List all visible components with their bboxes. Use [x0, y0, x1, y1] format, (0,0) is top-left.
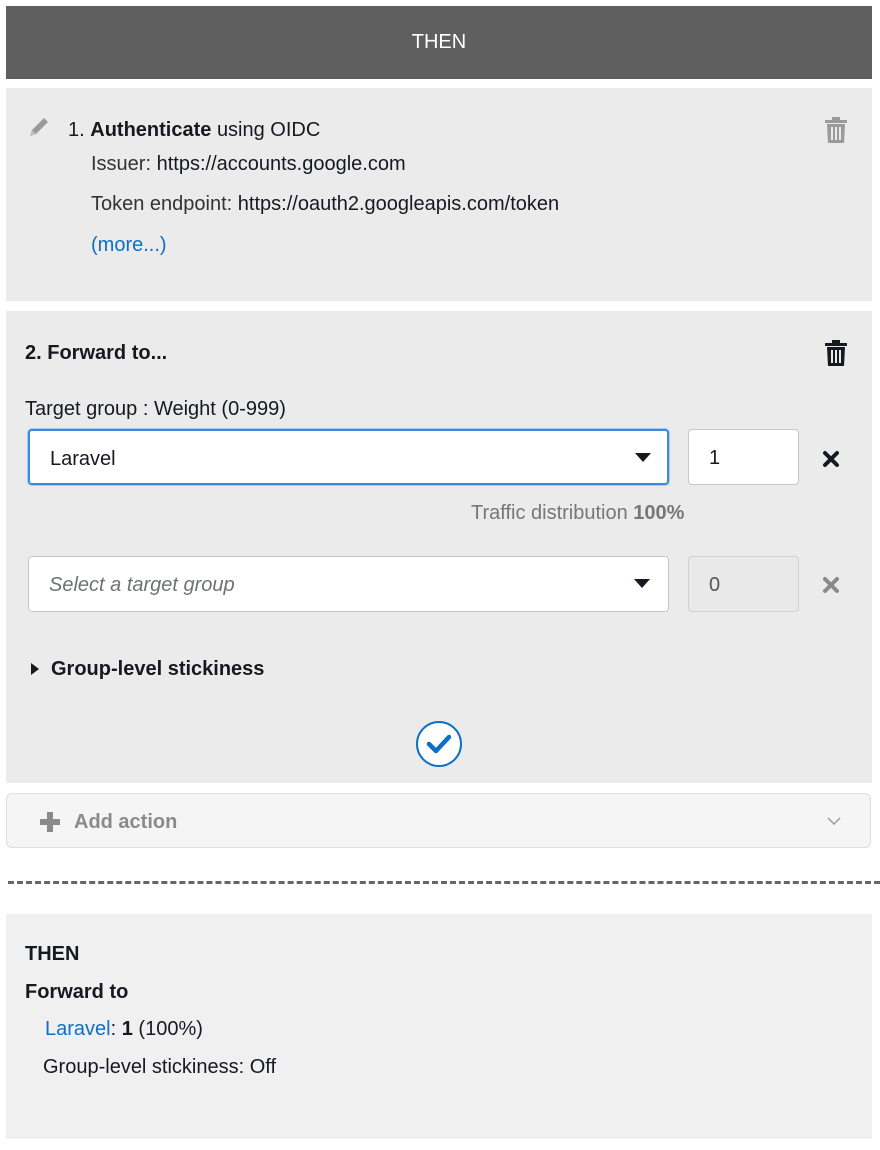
token-endpoint-line: Token endpoint: https://oauth2.googleapi…: [91, 192, 559, 216]
token-endpoint-label: Token endpoint:: [91, 193, 233, 215]
then-header-title: THEN: [411, 31, 467, 53]
caret-down-icon: [634, 579, 650, 588]
plus-icon: [40, 812, 60, 832]
group-level-stickiness-label: Group-level stickiness: [51, 658, 265, 680]
caret-down-icon: [635, 453, 651, 462]
check-circle-icon[interactable]: [415, 720, 463, 768]
summary-forward-to: Forward to: [25, 981, 129, 1003]
then-header: THEN: [6, 6, 872, 79]
target-group-weight-label: Target group : Weight (0-999): [25, 398, 286, 420]
weight-input[interactable]: 1: [688, 429, 799, 485]
target-group-placeholder: Select a target group: [49, 574, 235, 596]
summary-target-weight: 1: [121, 1018, 133, 1040]
summary-target-line: Laravel: 1 (100%): [45, 1017, 203, 1041]
expand-triangle-icon: [31, 663, 39, 675]
target-group-value: Laravel: [50, 448, 116, 470]
forward-action-panel: [6, 311, 872, 783]
authenticate-verb: Authenticate: [90, 119, 212, 141]
traffic-distribution-label: Traffic distribution: [471, 502, 628, 524]
authenticate-line: 1. Authenticate using OIDC: [68, 118, 320, 142]
traffic-distribution: Traffic distribution 100%: [471, 501, 684, 525]
dashed-divider: [8, 881, 880, 884]
summary-target-link[interactable]: Laravel: [45, 1018, 111, 1040]
close-icon[interactable]: [822, 450, 840, 468]
target-group-select-empty[interactable]: Select a target group: [28, 556, 669, 612]
traffic-distribution-value: 100%: [633, 502, 685, 524]
authenticate-method: using OIDC: [216, 119, 321, 141]
add-action-label: Add action: [74, 811, 178, 833]
trash-icon[interactable]: [823, 339, 849, 367]
summary-then: THEN: [25, 943, 80, 965]
issuer-value: https://accounts.google.com: [156, 153, 406, 175]
close-icon[interactable]: [822, 576, 840, 594]
target-group-select[interactable]: Laravel: [28, 429, 669, 485]
summary-target-pct: (100%): [138, 1018, 203, 1040]
action-number: 1.: [68, 119, 85, 141]
token-endpoint-value: https://oauth2.googleapis.com/token: [237, 193, 560, 215]
chevron-down-icon: [827, 817, 841, 826]
add-action-button[interactable]: Add action: [6, 793, 871, 848]
weight-input-disabled[interactable]: 0: [688, 556, 799, 612]
weight-value: 1: [709, 447, 721, 469]
trash-icon[interactable]: [823, 116, 849, 144]
weight-value: 0: [709, 574, 721, 596]
summary-stickiness: Group-level stickiness: Off: [43, 1056, 277, 1078]
summary-target-sep: :: [110, 1018, 117, 1040]
issuer-line: Issuer: https://accounts.google.com: [91, 152, 406, 176]
issuer-label: Issuer:: [91, 153, 152, 175]
forward-title: 2. Forward to...: [25, 342, 168, 364]
more-link[interactable]: (more...): [91, 233, 167, 257]
pencil-icon[interactable]: [24, 112, 54, 142]
